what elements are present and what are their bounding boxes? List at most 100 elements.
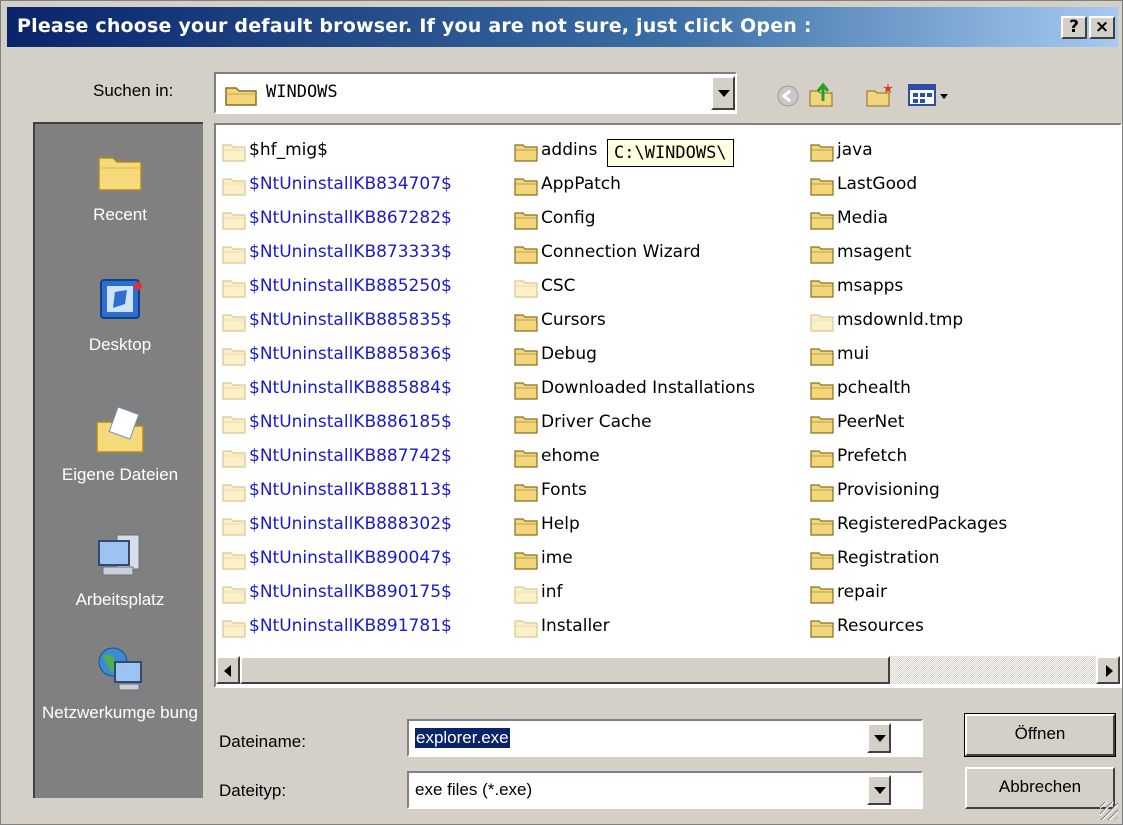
place-my-documents[interactable]: Eigene Dateien [35, 404, 205, 486]
back-icon[interactable] [775, 83, 801, 109]
file-name: $NtUninstallKB888113$ [249, 480, 452, 500]
file-name: $NtUninstallKB885835$ [249, 310, 452, 330]
folder-icon [222, 142, 246, 162]
chevron-down-icon [874, 735, 886, 742]
file-name: $NtUninstallKB887742$ [249, 446, 452, 466]
file-name: inf [541, 582, 563, 602]
folder-icon [222, 448, 246, 468]
file-name: Fonts [541, 480, 587, 500]
view-menu-icon[interactable] [907, 81, 955, 107]
file-name: Registration [837, 548, 940, 568]
file-name: $NtUninstallKB873333$ [249, 242, 452, 262]
filename-combo[interactable]: explorer.exe [407, 719, 923, 757]
file-name: CSC [541, 276, 576, 296]
lookin-dropdown-button[interactable] [711, 76, 735, 110]
lookin-label: Suchen in: [93, 81, 174, 100]
file-name: pchealth [837, 378, 911, 398]
file-name: Installer [541, 616, 610, 636]
folder-icon [514, 550, 538, 570]
filename-dropdown-button[interactable] [867, 723, 891, 753]
file-name: $NtUninstallKB888302$ [249, 514, 452, 534]
file-name: PeerNet [837, 412, 905, 432]
scroll-left-button[interactable] [216, 656, 240, 684]
folder-icon [810, 142, 834, 162]
file-name: LastGood [837, 174, 918, 194]
title-bar[interactable]: Please choose your default browser. If y… [7, 7, 1118, 47]
folder-icon [810, 380, 834, 400]
place-recent[interactable]: Recent [35, 144, 205, 226]
filetype-value: exe files (*.exe) [415, 780, 533, 799]
folder-icon [514, 346, 538, 366]
file-name: msapps [837, 276, 904, 296]
file-name: $NtUninstallKB867282$ [249, 208, 452, 228]
open-button[interactable]: Öffnen [964, 713, 1116, 757]
folder-icon [222, 210, 246, 230]
my-documents-icon [96, 406, 144, 453]
file-name: $NtUninstallKB886185$ [249, 412, 452, 432]
scroll-thumb[interactable] [240, 656, 890, 684]
file-name: repair [837, 582, 887, 602]
folder-icon [810, 312, 834, 332]
chevron-down-icon [874, 787, 886, 794]
file-name: $NtUninstallKB891781$ [249, 616, 452, 636]
window-title: Please choose your default browser. If y… [17, 15, 812, 37]
folder-icon [810, 584, 834, 604]
file-name: RegisteredPackages [837, 514, 1008, 534]
folder-icon [810, 176, 834, 196]
file-name: $NtUninstallKB885836$ [249, 344, 452, 364]
folder-icon [514, 278, 538, 298]
place-desktop[interactable]: Desktop [35, 274, 205, 356]
folder-icon [514, 414, 538, 434]
desktop-icon [100, 279, 142, 319]
file-name: Debug [541, 344, 597, 364]
folder-icon [514, 584, 538, 604]
filename-label: Dateiname: [219, 732, 306, 751]
filetype-combo[interactable]: exe files (*.exe) [407, 771, 923, 809]
folder-icon [222, 550, 246, 570]
folder-icon [222, 516, 246, 536]
folder-icon [810, 210, 834, 230]
file-name: mui [837, 344, 870, 364]
horizontal-scrollbar[interactable] [216, 656, 1120, 684]
lookin-value: WINDOWS [266, 82, 338, 102]
folder-icon [810, 278, 834, 298]
file-name: Provisioning [837, 480, 940, 500]
file-name: $hf_mig$ [249, 140, 328, 160]
folder-icon [810, 244, 834, 264]
file-name: ehome [541, 446, 600, 466]
place-my-computer[interactable]: Arbeitsplatz [35, 529, 205, 611]
cancel-button[interactable]: Abbrechen [965, 767, 1115, 809]
close-button[interactable]: × [1089, 16, 1115, 39]
folder-icon [222, 244, 246, 264]
file-name: addins [541, 140, 598, 160]
folder-icon [514, 210, 538, 230]
folder-icon [514, 176, 538, 196]
scroll-right-button[interactable] [1096, 656, 1120, 684]
file-name: Downloaded Installations [541, 378, 756, 398]
file-name: Cursors [541, 310, 606, 330]
recent-icon [98, 157, 142, 191]
folder-icon [225, 87, 257, 106]
places-bar: Recent Desktop Eigene Dateien Arbeitspla… [33, 122, 203, 798]
folder-icon [810, 618, 834, 638]
file-name: msagent [837, 242, 912, 262]
help-button[interactable]: ? [1061, 16, 1087, 39]
chevron-down-icon [718, 90, 730, 97]
file-list[interactable]: $hf_mig$ $NtUninstallKB834707$ $NtUninstal… [214, 123, 1122, 688]
file-name: Resources [837, 616, 924, 636]
resize-grip[interactable] [1100, 802, 1118, 820]
file-name: ime [541, 548, 573, 568]
file-name: Media [837, 208, 889, 228]
place-network[interactable]: Netzwerkumge bung [35, 642, 205, 724]
new-folder-icon[interactable] [865, 81, 893, 107]
filename-input[interactable]: explorer.exe [415, 728, 510, 748]
folder-icon [514, 142, 538, 162]
folder-icon [222, 584, 246, 604]
lookin-combo[interactable]: WINDOWS [214, 72, 737, 114]
filetype-dropdown-button[interactable] [867, 775, 891, 805]
folder-icon [222, 312, 246, 332]
file-name: $NtUninstallKB885884$ [249, 378, 452, 398]
file-name: Connection Wizard [541, 242, 701, 262]
file-name: Config [541, 208, 596, 228]
up-folder-icon[interactable] [807, 81, 833, 107]
